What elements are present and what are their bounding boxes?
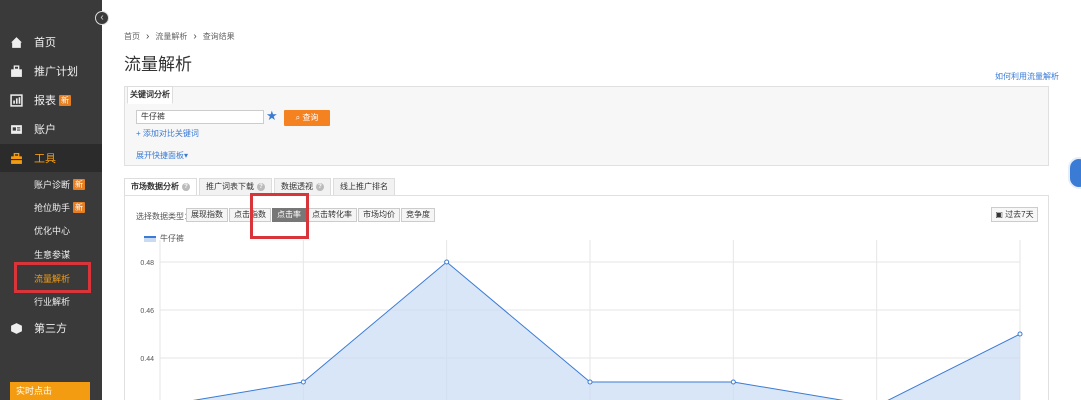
sidebar-item-reports[interactable]: 报表 新 (0, 86, 102, 114)
help-link[interactable]: 如何利用流量解析 (995, 71, 1059, 82)
sidebar-item-label: 首页 (34, 37, 56, 49)
account-icon (11, 124, 22, 134)
breadcrumb-current: 查询结果 (202, 32, 235, 41)
metric-conversion-rate[interactable]: 点击转化率 (307, 208, 357, 222)
sidebar-item-label: 账户 (34, 124, 56, 136)
metric-selector: 展现指数 点击指数 点击率 点击转化率 市场均价 竞争度 (186, 208, 436, 222)
search-icon: ⌕ (295, 113, 301, 122)
realtime-click-button[interactable]: 实时点击 (10, 382, 90, 400)
toolbox-icon (11, 152, 22, 164)
calendar-icon: ▣ (995, 210, 1003, 219)
sidebar-item-label: 工具 (34, 153, 56, 165)
home-icon (11, 36, 22, 48)
subitem-optimization-center[interactable]: 优化中心 (0, 219, 102, 241)
add-compare-keyword-link[interactable]: + 添加对比关键词 (136, 128, 199, 139)
data-point (730, 379, 736, 385)
breadcrumb-traffic[interactable]: 流量解析 (155, 31, 187, 42)
report-icon (10, 93, 23, 107)
query-button[interactable]: ⌕ 查询 (284, 110, 330, 126)
chevron-right-icon: › (146, 31, 150, 42)
data-type-label: 选择数据类型： (136, 212, 192, 221)
sidebar-item-account[interactable]: 账户 (0, 115, 102, 143)
ctr-line-chart: 0.48 0.46 0.44 (140, 240, 1023, 400)
new-badge: 新 (59, 94, 71, 106)
sidebar-item-third-party[interactable]: 第三方 (0, 314, 102, 342)
y-tick-label: 0.48 (140, 260, 154, 267)
new-badge: 新 (73, 201, 86, 213)
subitem-bid-assistant[interactable]: 抢位助手 新 (0, 196, 102, 218)
sidebar-item-campaign[interactable]: 推广计划 (0, 57, 102, 85)
date-range-button[interactable]: ▣ 过去7天 (991, 207, 1038, 222)
sidebar-item-label: 推广计划 (34, 66, 78, 78)
help-icon[interactable]: ? (316, 183, 324, 191)
sidebar-item-label: 报表 (34, 95, 56, 107)
app-root: 首页 推广计划 报表 新 账户 工具 账户诊断 新 抢位助手 新 优化中心 生意… (0, 0, 1081, 400)
metric-market-avg-price[interactable]: 市场均价 (358, 208, 400, 222)
collapse-sidebar-icon[interactable]: ‹ (95, 11, 109, 25)
briefcase-icon (11, 64, 22, 77)
data-point (587, 379, 593, 385)
breadcrumb: 首页 › 流量解析 › 查询结果 (124, 31, 235, 42)
help-icon[interactable]: ? (257, 183, 265, 191)
sidebar-item-tools[interactable]: 工具 (0, 144, 102, 172)
tab-online-ranking[interactable]: 线上推广排名 (333, 178, 395, 196)
query-button-label: 查询 (302, 113, 319, 122)
subitem-industry-analysis[interactable]: 行业解析 (0, 290, 102, 312)
highlight-box (250, 193, 309, 239)
metric-competition[interactable]: 竞争度 (401, 208, 435, 222)
sidebar-item-home[interactable]: 首页 (0, 28, 102, 56)
data-point (444, 259, 450, 265)
keyword-panel (124, 86, 1049, 166)
expand-quick-panel-link[interactable]: 展开快捷面板▾ (136, 150, 188, 161)
tab-keyword-analysis[interactable]: 关键词分析 (127, 86, 173, 104)
help-icon[interactable]: ? (182, 183, 190, 191)
floating-helper-icon[interactable] (1068, 157, 1081, 189)
breadcrumb-home[interactable]: 首页 (124, 31, 140, 42)
data-point (300, 379, 306, 385)
hexagon-icon (11, 322, 22, 334)
page-title: 流量解析 (124, 55, 192, 74)
sidebar: 首页 推广计划 报表 新 账户 工具 账户诊断 新 抢位助手 新 优化中心 生意… (0, 0, 102, 400)
y-tick-label: 0.44 (140, 356, 154, 363)
new-badge: 新 (73, 178, 86, 190)
chevron-right-icon: › (193, 31, 197, 42)
subitem-account-diagnosis[interactable]: 账户诊断 新 (0, 173, 102, 195)
tab-market-data[interactable]: 市场数据分析? (124, 178, 197, 196)
sidebar-item-label: 第三方 (34, 323, 67, 335)
keyword-input[interactable]: 牛仔裤 (136, 110, 264, 124)
data-point (1017, 331, 1023, 337)
y-tick-label: 0.46 (140, 308, 154, 315)
star-icon[interactable]: ★ (266, 109, 278, 123)
highlight-box (14, 262, 91, 293)
metric-impression-index[interactable]: 展现指数 (186, 208, 228, 222)
